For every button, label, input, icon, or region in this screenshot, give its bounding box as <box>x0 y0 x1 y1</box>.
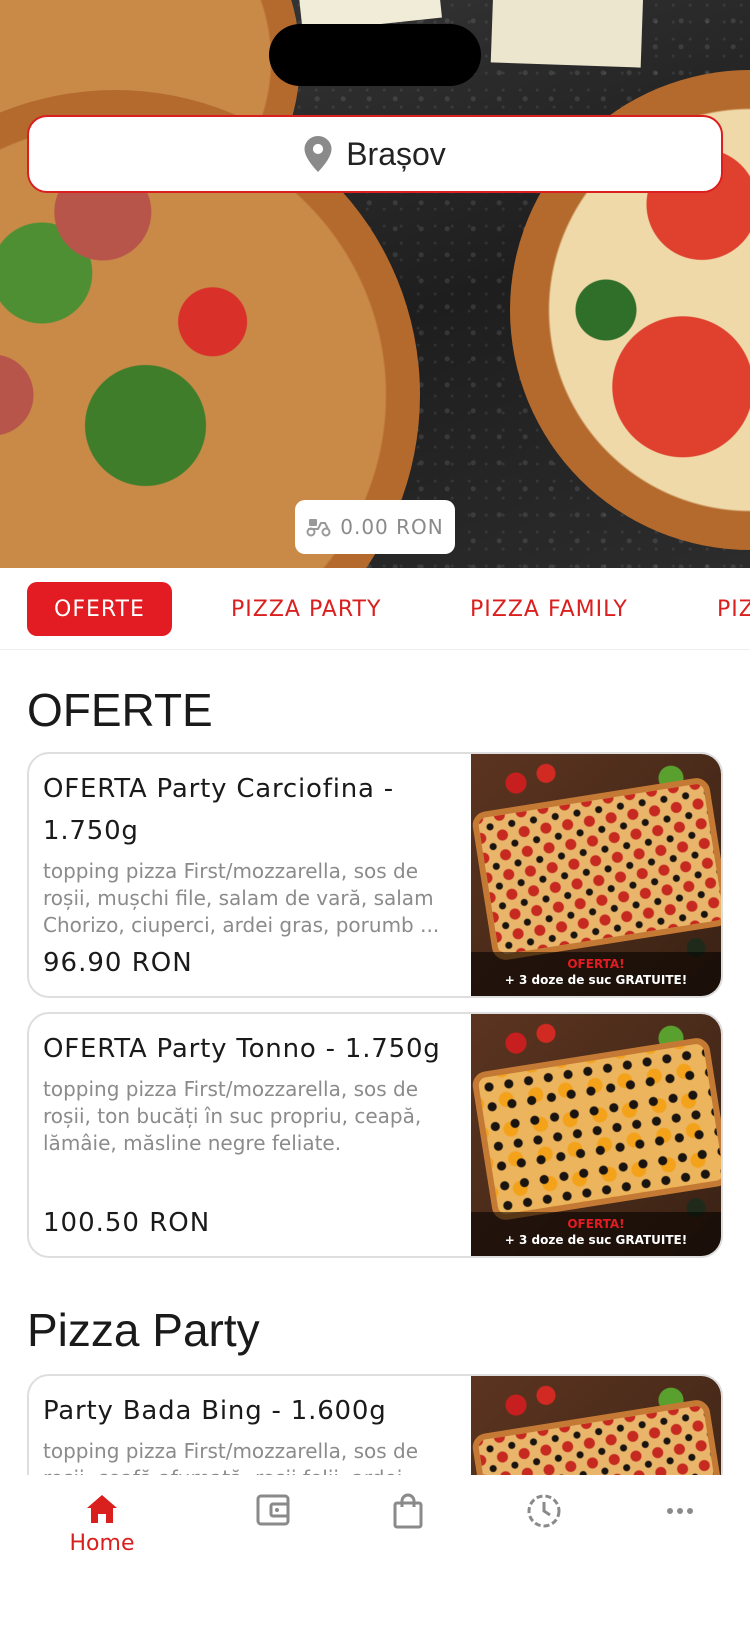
nav-home-label: Home <box>69 1531 135 1556</box>
section-title-pizza-party: Pizza Party <box>27 1304 260 1356</box>
section-title-oferte: OFERTE <box>27 684 213 736</box>
location-pin-icon <box>304 136 332 172</box>
tab-pizza-family[interactable]: PIZZA FAMILY <box>470 582 628 636</box>
promo-text: + 3 doze de suc GRATUITE! <box>504 973 688 987</box>
pizza-image <box>471 776 721 962</box>
product-image: OFERTA! + 3 doze de suc GRATUITE! <box>471 1014 721 1256</box>
city-selector[interactable]: Brașov <box>27 115 723 193</box>
hero-banner: Brașov 0.00 RON <box>0 0 750 568</box>
cart-total-badge[interactable]: 0.00 RON <box>295 500 455 554</box>
product-description: topping pizza First/mozzarella, sos de r… <box>43 1077 422 1155</box>
promo-banner: OFERTA! + 3 doze de suc GRATUITE! <box>471 952 721 996</box>
nav-orders[interactable] <box>358 1493 458 1529</box>
product-card[interactable]: OFERTA Party Tonno - 1.750g topping pizz… <box>27 1012 723 1258</box>
promo-text: + 3 doze de suc GRATUITE! <box>504 1233 688 1247</box>
shopping-bag-icon <box>393 1493 423 1529</box>
history-clock-icon <box>527 1494 561 1528</box>
pizza-image <box>471 1036 721 1222</box>
nav-more[interactable] <box>630 1493 730 1529</box>
tab-oferte[interactable]: OFERTE <box>27 582 172 636</box>
product-name: OFERTA Party Tonno - 1.750g <box>43 1034 441 1064</box>
camera-notch <box>269 24 481 86</box>
city-name: Brașov <box>346 135 446 172</box>
product-price: 96.90 RON <box>43 948 193 978</box>
product-card[interactable]: OFERTA Party Carciofina - 1.750g topping… <box>27 752 723 998</box>
tab-pizza-partial[interactable]: PIZ <box>717 582 750 636</box>
promo-banner: OFERTA! + 3 doze de suc GRATUITE! <box>471 1212 721 1256</box>
nav-wallet[interactable] <box>223 1493 323 1527</box>
product-name: Party Bada Bing - 1.600g <box>43 1396 387 1426</box>
home-icon <box>87 1495 117 1523</box>
delivery-scooter-icon <box>306 519 331 537</box>
product-name: OFERTA Party Carciofina - 1.750g <box>43 774 394 846</box>
product-description: topping pizza First/mozzarella, sos de r… <box>43 859 440 937</box>
promo-title: OFERTA! <box>567 1217 625 1231</box>
more-icon <box>667 1508 693 1514</box>
cart-amount: 0.00 RON <box>340 515 444 539</box>
tab-pizza-party[interactable]: PIZZA PARTY <box>231 582 381 636</box>
promo-title: OFERTA! <box>567 957 625 971</box>
bottom-navigation: Home <box>0 1475 750 1630</box>
nav-history[interactable] <box>494 1493 594 1529</box>
product-price: 100.50 RON <box>43 1208 211 1238</box>
category-tabs: OFERTE PIZZA PARTY PIZZA FAMILY PIZ <box>0 568 750 650</box>
nav-home[interactable]: Home <box>52 1493 152 1556</box>
cheese-image <box>490 0 644 68</box>
product-image: OFERTA! + 3 doze de suc GRATUITE! <box>471 754 721 996</box>
wallet-icon <box>256 1494 290 1526</box>
